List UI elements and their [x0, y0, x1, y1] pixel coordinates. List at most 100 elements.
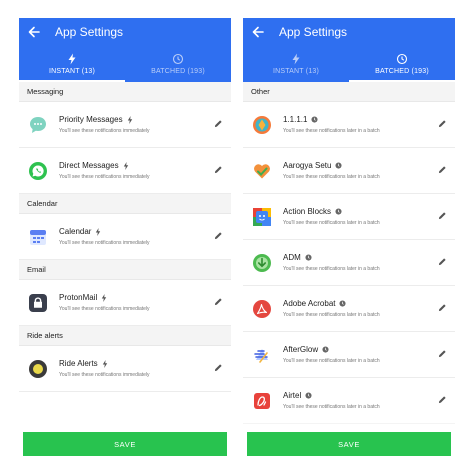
- bolt-icon: [96, 227, 101, 236]
- item-description: You'll see these notifications immediate…: [59, 128, 150, 134]
- section-header-email: Email: [19, 260, 231, 280]
- item-description: You'll see these notifications later in …: [283, 174, 380, 180]
- clock-icon: [305, 392, 312, 399]
- item-description: You'll see these notifications immediate…: [59, 174, 150, 180]
- save-button[interactable]: SAVE: [23, 432, 227, 456]
- item-description: You'll see these notifications later in …: [283, 266, 380, 272]
- item-name: Aarogya Setu: [283, 161, 332, 170]
- page-title: App Settings: [55, 25, 124, 39]
- tab-instant[interactable]: INSTANT (13): [243, 46, 349, 82]
- item-description: You'll see these notifications immediate…: [59, 306, 150, 312]
- aarogya-setu-icon: [251, 160, 273, 182]
- item-name: Action Blocks: [283, 207, 332, 216]
- item-name: AfterGlow: [283, 345, 319, 354]
- item-description: You'll see these notifications later in …: [283, 220, 380, 226]
- back-arrow-icon[interactable]: [251, 25, 265, 39]
- list-item-protonmail[interactable]: ProtonMail You'll see these notification…: [19, 280, 231, 326]
- item-name: 1.1.1.1: [283, 115, 308, 124]
- tab-batched[interactable]: BATCHED (193): [349, 46, 455, 82]
- edit-pencil-icon[interactable]: [214, 231, 223, 240]
- bolt-icon: [102, 293, 107, 302]
- item-name: Priority Messages: [59, 115, 123, 124]
- page-title: App Settings: [279, 25, 348, 39]
- settings-list[interactable]: Messaging Priority Messages You'll see t…: [19, 82, 231, 464]
- title-bar: App Settings: [19, 18, 231, 46]
- bolt-icon: [123, 161, 128, 170]
- clock-icon: [335, 208, 342, 215]
- item-name: Airtel: [283, 391, 302, 400]
- whatsapp-icon: [27, 160, 49, 182]
- list-item-calendar[interactable]: Calendar You'll see these notifications …: [19, 214, 231, 260]
- clock-icon: [396, 53, 408, 65]
- batched-settings-screen: App Settings INSTANT (13) BATCHED (193) …: [243, 18, 455, 464]
- app-bar: App Settings INSTANT (13) BATCHED (193): [19, 18, 231, 82]
- action-blocks-icon: [251, 206, 273, 228]
- list-item-action-blocks[interactable]: Action Blocks You'll see these notificat…: [243, 194, 455, 240]
- list-item-aarogya-setu[interactable]: Aarogya Setu You'll see these notificati…: [243, 148, 455, 194]
- item-description: You'll see these notifications later in …: [283, 358, 380, 364]
- item-description: You'll see these notifications later in …: [283, 312, 380, 318]
- edit-pencil-icon[interactable]: [438, 211, 447, 220]
- list-item-1111[interactable]: 1.1.1.1 You'll see these notifications l…: [243, 102, 455, 148]
- priority-messages-icon: [27, 114, 49, 136]
- edit-pencil-icon[interactable]: [214, 165, 223, 174]
- back-arrow-icon[interactable]: [27, 25, 41, 39]
- adobe-acrobat-icon: [251, 298, 273, 320]
- clock-icon: [335, 162, 343, 169]
- section-header-calendar: Calendar: [19, 194, 231, 214]
- clock-icon: [172, 53, 184, 65]
- edit-pencil-icon[interactable]: [214, 119, 223, 128]
- edit-pencil-icon[interactable]: [438, 349, 447, 358]
- section-header-messaging: Messaging: [19, 82, 231, 102]
- save-button[interactable]: SAVE: [247, 432, 451, 456]
- bolt-icon: [127, 115, 132, 124]
- ride-alerts-icon: [27, 358, 49, 380]
- tab-batched-label: BATCHED (193): [151, 68, 205, 75]
- tab-instant[interactable]: INSTANT (13): [19, 46, 125, 82]
- adm-download-icon: [251, 252, 273, 274]
- tab-bar: INSTANT (13) BATCHED (193): [243, 46, 455, 82]
- list-item-priority-messages[interactable]: Priority Messages You'll see these notif…: [19, 102, 231, 148]
- tab-batched[interactable]: BATCHED (193): [125, 46, 231, 82]
- item-description: You'll see these notifications later in …: [283, 128, 380, 134]
- scroll-fade: [243, 418, 455, 432]
- clock-icon: [305, 254, 312, 261]
- list-item-adm[interactable]: ADM You'll see these notifications later…: [243, 240, 455, 286]
- list-item-afterglow[interactable]: AfterGlow You'll see these notifications…: [243, 332, 455, 378]
- edit-pencil-icon[interactable]: [438, 257, 447, 266]
- edit-pencil-icon[interactable]: [438, 165, 447, 174]
- protonmail-icon: [27, 292, 49, 314]
- bolt-icon: [292, 53, 300, 65]
- item-name: Adobe Acrobat: [283, 299, 336, 308]
- tab-instant-label: INSTANT (13): [48, 68, 96, 75]
- item-description: You'll see these notifications immediate…: [59, 372, 150, 378]
- bolt-icon: [102, 359, 107, 368]
- scroll-fade: [19, 418, 231, 432]
- edit-pencil-icon[interactable]: [214, 297, 223, 306]
- app-bar: App Settings INSTANT (13) BATCHED (193): [243, 18, 455, 82]
- settings-list[interactable]: Other 1.1.1.1 You'll see these notificat…: [243, 82, 455, 464]
- item-name: ADM: [283, 253, 301, 262]
- cloudflare-1111-icon: [251, 114, 273, 136]
- calendar-icon: [27, 226, 49, 248]
- list-item-ride-alerts[interactable]: Ride Alerts You'll see these notificatio…: [19, 346, 231, 392]
- list-item-direct-messages[interactable]: Direct Messages You'll see these notific…: [19, 148, 231, 194]
- item-name: Calendar: [59, 227, 92, 236]
- tab-batched-label: BATCHED (193): [375, 68, 429, 75]
- item-description: You'll see these notifications immediate…: [59, 240, 150, 246]
- item-name: Direct Messages: [59, 161, 119, 170]
- item-name: ProtonMail: [59, 293, 98, 302]
- item-description: You'll see these notifications later in …: [283, 404, 380, 410]
- airtel-icon: [251, 390, 273, 412]
- clock-icon: [322, 346, 329, 353]
- edit-pencil-icon[interactable]: [438, 119, 447, 128]
- instant-settings-screen: App Settings INSTANT (13) BATCHED (193) …: [19, 18, 231, 464]
- item-name: Ride Alerts: [59, 359, 98, 368]
- tab-bar: INSTANT (13) BATCHED (193): [19, 46, 231, 82]
- tab-instant-label: INSTANT (13): [272, 68, 320, 75]
- edit-pencil-icon[interactable]: [214, 363, 223, 372]
- afterglow-icon: [251, 344, 273, 366]
- edit-pencil-icon[interactable]: [438, 395, 447, 404]
- list-item-adobe-acrobat[interactable]: Adobe Acrobat You'll see these notificat…: [243, 286, 455, 332]
- edit-pencil-icon[interactable]: [438, 303, 447, 312]
